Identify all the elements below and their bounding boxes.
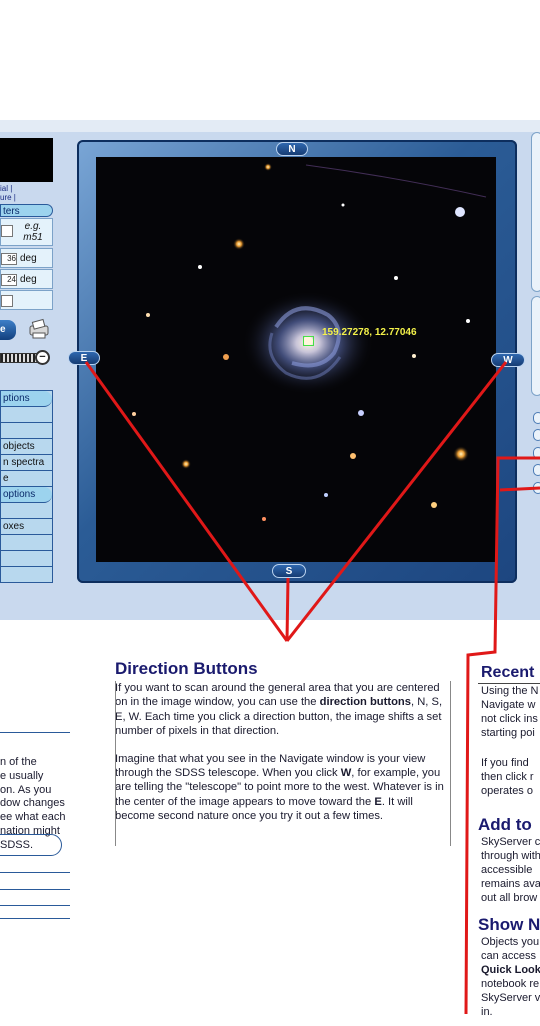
show-line: SkyServer v [481, 992, 540, 1004]
dec-field-box: 24 deg [0, 269, 53, 289]
right-option-toggle[interactable] [533, 412, 540, 424]
scale-input[interactable] [1, 295, 13, 307]
zoom-slider[interactable] [0, 353, 38, 363]
option-row[interactable] [1, 407, 52, 423]
scale-field-box [0, 290, 53, 310]
option-row[interactable] [1, 423, 52, 439]
show-line: in. [481, 1006, 493, 1018]
left-rule [0, 905, 70, 906]
left-highlight-oval [0, 834, 62, 856]
add-line: accessible [481, 864, 533, 876]
name-input[interactable] [1, 225, 13, 237]
left-rule [0, 889, 70, 890]
recent-rule [478, 683, 540, 684]
recent-line: operates o [481, 785, 533, 797]
recent-line: Using the N [481, 685, 539, 697]
show-line: Quick Look [481, 964, 540, 976]
help-paragraph-1: If you want to scan around the general a… [115, 682, 443, 738]
show-line: Objects you [481, 936, 540, 948]
recent-line: starting poi [481, 727, 535, 739]
add-to-title: Add to [478, 815, 532, 834]
left-rule [0, 732, 70, 733]
east-button[interactable]: E [68, 351, 100, 365]
ra-input[interactable]: 36 [1, 253, 17, 265]
options-list: ptions objects n spectra e options oxes [0, 390, 53, 583]
recent-line: Navigate w [481, 699, 536, 711]
right-panel-middle [531, 296, 540, 396]
option-row[interactable] [1, 551, 52, 567]
right-option-toggle[interactable] [533, 429, 540, 441]
sdss-logo [0, 138, 53, 182]
dec-input[interactable]: 24 [1, 274, 17, 286]
ra-unit: deg [20, 253, 37, 264]
help-divider-right [450, 681, 451, 846]
get-image-button[interactable]: e [0, 320, 16, 340]
add-line: out all brow [481, 892, 538, 904]
parameters-header: ters [0, 204, 53, 217]
show-line: can access [481, 950, 537, 962]
name-field-box: e.g. m51 [0, 218, 53, 246]
zoom-out-icon[interactable]: − [35, 350, 50, 365]
help-links[interactable]: ial | ure | [0, 184, 16, 202]
name-example: e.g. m51 [23, 221, 43, 243]
recent-line: not click ins [481, 713, 538, 725]
left-rule [0, 872, 70, 873]
recent-line: then click r [481, 771, 534, 783]
option-invert[interactable]: e [1, 471, 52, 487]
dec-unit: deg [20, 274, 37, 285]
help-title: Direction Buttons [115, 659, 258, 678]
add-line: remains ava [481, 878, 540, 890]
north-button[interactable]: N [276, 142, 308, 156]
option-row[interactable] [1, 503, 52, 519]
galaxy-image [132, 163, 487, 521]
west-button[interactable]: W [491, 353, 525, 367]
sky-image[interactable] [96, 157, 496, 562]
help-body: If you want to scan around the general a… [115, 681, 450, 837]
add-line: through with [481, 850, 540, 862]
right-option-toggle[interactable] [533, 447, 540, 459]
link-feature[interactable]: ure | [0, 193, 16, 202]
right-option-toggle[interactable] [533, 464, 540, 476]
recent-title: Recent [481, 664, 535, 681]
south-button[interactable]: S [272, 564, 306, 578]
recent-line: If you find [481, 757, 529, 769]
option-row[interactable] [1, 567, 52, 582]
link-tutorial[interactable]: ial | [0, 184, 16, 193]
center-target-marker [303, 336, 314, 346]
left-rule [0, 918, 70, 919]
ra-field-box: 36 deg [0, 248, 53, 268]
help-paragraph-2: Imagine that what you see in the Navigat… [115, 752, 444, 823]
right-panel-upper [531, 132, 540, 292]
print-icon[interactable] [27, 318, 51, 340]
image-options-header: options [1, 487, 52, 503]
drawing-options-header: ptions [1, 391, 52, 407]
option-objects[interactable]: objects [1, 439, 52, 455]
add-line: SkyServer c [481, 836, 540, 848]
show-line: notebook re [481, 978, 540, 990]
option-row[interactable] [1, 535, 52, 551]
help-divider-left [115, 681, 116, 846]
option-boxes[interactable]: oxes [1, 519, 52, 535]
right-option-toggle[interactable] [533, 482, 540, 494]
left-control-panel: ial | ure | ters e.g. m51 36 deg 24 deg … [0, 138, 54, 583]
center-coordinates: 159.27278, 12.77046 [322, 327, 417, 338]
navigate-tool-top-strip [0, 120, 540, 132]
show-title: Show N [478, 915, 540, 934]
option-spectra[interactable]: n spectra [1, 455, 52, 471]
